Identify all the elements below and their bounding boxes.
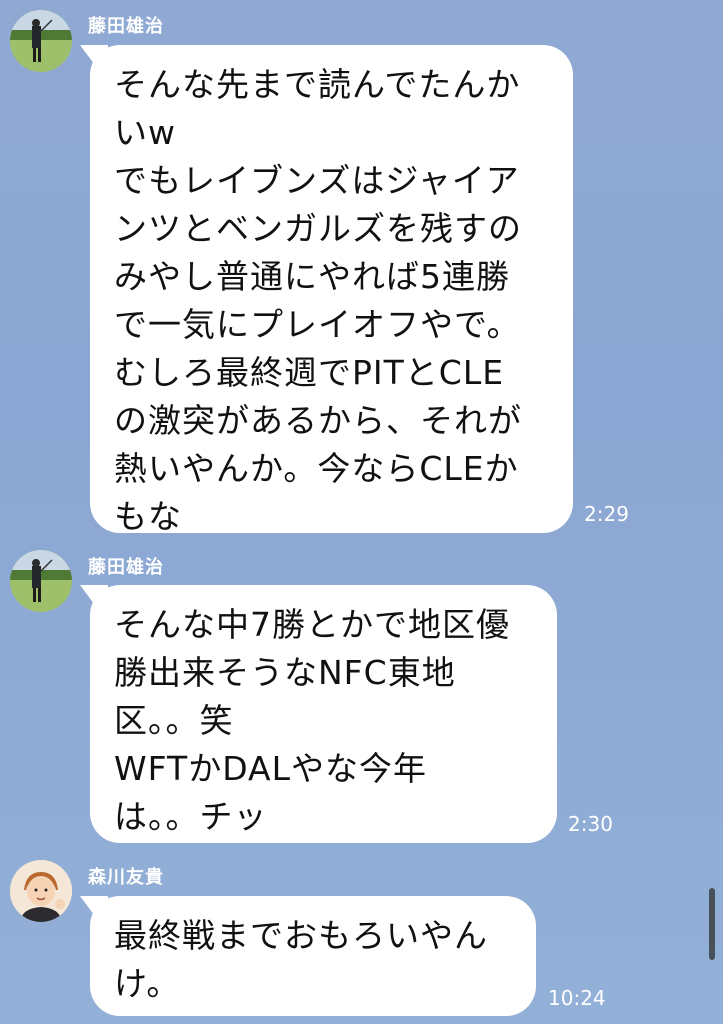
message-bubble[interactable]: 最終戦までおもろいやん け。 [90, 896, 536, 1016]
message-line: でもレイブンズはジャイア [114, 161, 520, 200]
message-line: 最終戦までおもろいやん [114, 916, 488, 955]
sender-name: 藤田雄治 [88, 557, 164, 578]
message-time: 2:29 [584, 502, 629, 526]
message-line: の激突があるから、それが [114, 401, 522, 440]
cartoon-person-avatar-icon[interactable] [10, 860, 72, 922]
sender-name: 藤田雄治 [88, 16, 164, 37]
message-line: そんな先まで読んでたんか [114, 65, 521, 104]
golfer-avatar-icon[interactable] [10, 550, 72, 612]
message-line: 熱いやんか。今ならCLEか [114, 449, 519, 488]
message-line: みやし普通にやれば5連勝 [114, 257, 510, 296]
message-line: 区。。笑 [114, 701, 234, 740]
message-line: いw [114, 113, 176, 152]
message-line: で一気にプレイオフやで。 [114, 305, 521, 344]
sender-name: 森川友貴 [88, 867, 164, 888]
message-bubble[interactable]: そんな中7勝とかで地区優 勝出来そうなNFC東地 区。。笑 WFTかDALやな今… [90, 585, 557, 843]
message-line: もな [114, 497, 182, 536]
golfer-avatar-icon[interactable] [10, 10, 72, 72]
message-time: 2:30 [568, 812, 613, 836]
message-line: け。 [114, 964, 181, 1003]
message-line: むしろ最終週でPITとCLE [114, 353, 505, 392]
message-line: 勝出来そうなNFC東地 [114, 653, 456, 692]
message-line: ンツとベンガルズを残すの [114, 209, 522, 248]
scrollbar[interactable] [709, 888, 715, 960]
message-line: そんな中7勝とかで地区優 [114, 605, 510, 644]
message-line: WFTかDALやな今年 [114, 749, 427, 788]
message-time: 10:24 [548, 986, 606, 1010]
message-line: は。。チッ [114, 797, 268, 836]
message-bubble[interactable]: そんな先まで読んでたんか いw でもレイブンズはジャイア ンツとベンガルズを残す… [90, 45, 573, 536]
